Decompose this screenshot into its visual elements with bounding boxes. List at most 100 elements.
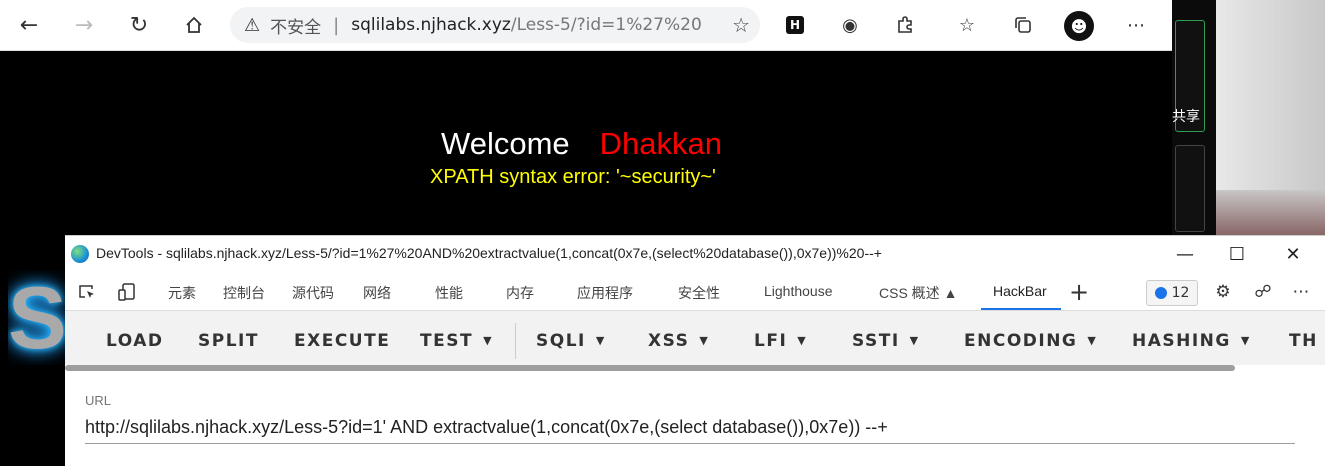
hackbar-split-button[interactable]: SPLIT	[198, 331, 259, 351]
profile-button[interactable]: ☻	[1063, 10, 1095, 42]
minimize-icon: —	[1176, 243, 1194, 265]
elephant-icon: ◉	[842, 14, 858, 36]
device-icon	[118, 283, 135, 301]
browser-toolbar: ← → ↻ ⚠ 不安全 | sqlilabs.njhack.xyz/Less-5…	[0, 0, 1172, 51]
hackbar-ssti-label: SSTI	[852, 331, 900, 351]
share-text: 共享	[1172, 109, 1200, 125]
url-input[interactable]	[85, 411, 1295, 444]
avatar: ☻	[1064, 11, 1094, 41]
neon-logo: S	[8, 270, 67, 365]
tab-security[interactable]: 安全性	[678, 283, 720, 303]
chevron-down-icon: ▼	[483, 334, 494, 347]
tab-hackbar[interactable]: HackBar	[993, 283, 1047, 299]
address-host: sqlilabs.njhack.xyz	[351, 15, 511, 35]
background-panel	[1175, 145, 1205, 232]
horizontal-scrollbar[interactable]	[65, 365, 1235, 371]
hackbar-sqli-label: SQLI	[536, 331, 586, 351]
home-button[interactable]	[176, 7, 212, 43]
inspect-element-button[interactable]	[75, 281, 99, 303]
security-label: 不安全	[270, 17, 322, 38]
home-icon	[186, 16, 202, 33]
menu-divider	[515, 323, 516, 359]
tab-css-overview[interactable]: CSS 概述 ▲	[879, 283, 957, 303]
hackbar-split-label: SPLIT	[198, 331, 259, 351]
url-label: URL	[85, 393, 112, 408]
forward-button[interactable]: →	[66, 7, 102, 43]
maximize-button[interactable]: ☐	[1215, 240, 1259, 268]
issues-icon	[1154, 287, 1167, 299]
extension-hackbar-button[interactable]: H	[782, 12, 808, 38]
hackbar-url-area: URL	[65, 373, 1325, 466]
divider: |	[333, 14, 340, 36]
tab-lighthouse[interactable]: Lighthouse	[764, 283, 833, 299]
back-button[interactable]: ←	[11, 7, 47, 43]
hackbar-xss-dropdown[interactable]: XSS ▼	[648, 331, 709, 351]
hackbar-test-label: TEST	[420, 331, 474, 351]
connection-icon: ☍	[1254, 282, 1272, 302]
hackbar-more-dropdown[interactable]: TH	[1289, 331, 1318, 351]
extension-evernote-button[interactable]: ◉	[837, 12, 863, 38]
tab-network[interactable]: 网络	[363, 283, 391, 303]
customize-button[interactable]: ☍	[1251, 281, 1275, 303]
close-button[interactable]: ✕	[1271, 240, 1315, 268]
welcome-name: Dhakkan	[599, 126, 722, 161]
warning-icon: ⚠	[244, 14, 261, 36]
tab-performance[interactable]: 性能	[435, 283, 463, 303]
more-menu-button[interactable]: ⋯	[1123, 12, 1149, 38]
issues-badge[interactable]: 12	[1146, 280, 1198, 306]
collections-button[interactable]	[1010, 12, 1036, 38]
welcome-heading: Welcome Dhakkan	[441, 126, 722, 162]
tab-application[interactable]: 应用程序	[577, 283, 633, 303]
maximize-icon: ☐	[1228, 243, 1246, 265]
more-dots-icon: ⋯	[1127, 14, 1145, 36]
hackbar-encoding-label: ENCODING	[964, 331, 1078, 351]
hackbar-execute-button[interactable]: EXECUTE	[294, 331, 390, 351]
chevron-down-icon: ▼	[909, 334, 920, 347]
favorites-button[interactable]: ☆	[954, 12, 980, 38]
tab-memory[interactable]: 内存	[506, 283, 534, 303]
hackbar-hashing-dropdown[interactable]: HASHING ▼	[1132, 331, 1251, 351]
hackbar-lfi-dropdown[interactable]: LFI ▼	[754, 331, 807, 351]
inspect-icon	[79, 285, 94, 298]
address-path: /Less-5/?id=1%27%20A...	[510, 15, 702, 35]
hackbar-test-dropdown[interactable]: TEST ▼	[420, 331, 493, 351]
refresh-icon: ↻	[129, 12, 149, 38]
issues-count: 12	[1171, 285, 1190, 301]
chevron-down-icon: ▼	[1240, 334, 1251, 347]
tab-console[interactable]: 控制台	[223, 283, 265, 303]
hackbar-lfi-label: LFI	[754, 331, 788, 351]
chevron-down-icon: ▼	[595, 334, 606, 347]
collections-icon	[1015, 17, 1031, 33]
hackbar-ssti-dropdown[interactable]: SSTI ▼	[852, 331, 920, 351]
minimize-button[interactable]: —	[1163, 240, 1207, 268]
hackbar-sqli-dropdown[interactable]: SQLI ▼	[536, 331, 606, 351]
more-tabs-button[interactable]: +	[1067, 278, 1091, 306]
hackbar-hashing-label: HASHING	[1132, 331, 1231, 351]
back-arrow-icon: ←	[19, 12, 39, 38]
hackbar-encoding-dropdown[interactable]: ENCODING ▼	[964, 331, 1097, 351]
address-bar[interactable]: ⚠ 不安全 | sqlilabs.njhack.xyz/Less-5/?id=1…	[230, 7, 760, 43]
settings-button[interactable]: ⚙	[1211, 281, 1235, 303]
extensions-button[interactable]	[892, 12, 918, 38]
chevron-down-icon: ▼	[797, 334, 808, 347]
hackbar-more-label: TH	[1289, 331, 1318, 351]
device-emulation-button[interactable]	[115, 281, 139, 303]
add-favorite-icon[interactable]: ☆	[732, 13, 750, 37]
hackbar-execute-label: EXECUTE	[294, 331, 391, 351]
puzzle-icon	[898, 16, 912, 33]
error-message: XPATH syntax error: '~security~'	[430, 166, 716, 188]
gear-icon: ⚙	[1215, 282, 1231, 302]
address-url[interactable]: sqlilabs.njhack.xyz/Less-5/?id=1%27%20A.…	[351, 15, 701, 35]
devtools-more-button[interactable]: ⋯	[1289, 281, 1313, 303]
hackbar-load-button[interactable]: LOAD	[106, 331, 164, 351]
hackbar-load-label: LOAD	[106, 331, 164, 351]
active-tab-indicator	[981, 308, 1061, 310]
hackbar-menu: LOAD SPLIT EXECUTE TEST ▼ SQLI ▼ XSS ▼ LFI ▼…	[65, 311, 1325, 365]
page-content: Welcome Dhakkan XPATH syntax error: '~sec…	[0, 51, 1172, 236]
plus-icon: +	[1068, 278, 1090, 306]
refresh-button[interactable]: ↻	[121, 7, 157, 43]
background-photo-light	[1216, 0, 1325, 190]
favorites-star-icon: ☆	[958, 14, 976, 36]
tab-elements[interactable]: 元素	[168, 283, 196, 303]
tab-sources[interactable]: 源代码	[292, 283, 334, 303]
